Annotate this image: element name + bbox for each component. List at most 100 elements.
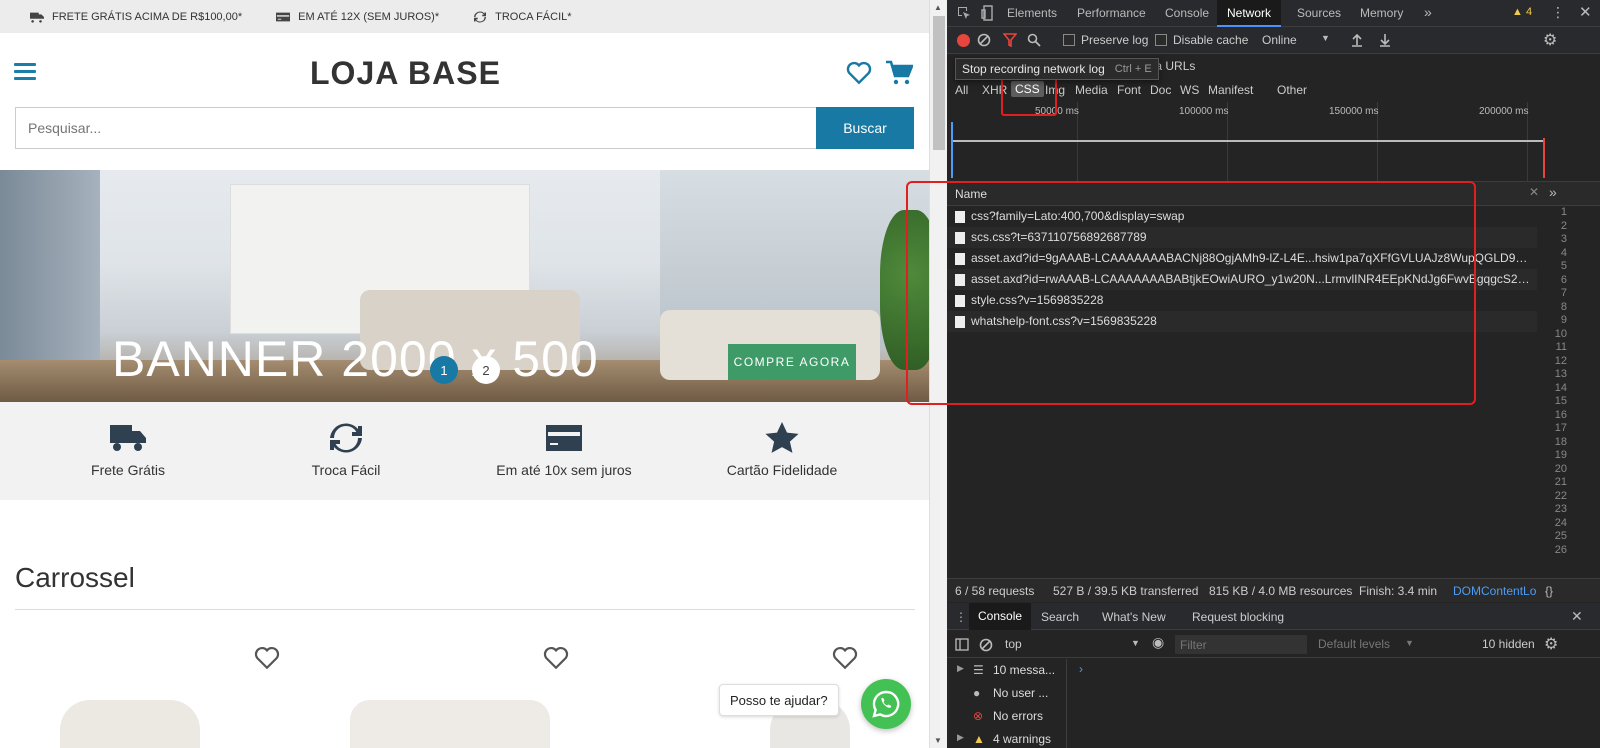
product-wishlist-heart-icon[interactable]: [254, 646, 280, 670]
expand-arrow-icon[interactable]: ▶: [957, 732, 964, 743]
search-icon[interactable]: [1027, 33, 1041, 47]
tab-memory[interactable]: Memory: [1360, 0, 1403, 27]
drawer-menu-icon[interactable]: ⋮: [955, 610, 967, 624]
filter-doc[interactable]: Doc: [1150, 83, 1171, 97]
menu-icon[interactable]: [14, 63, 36, 81]
feature-label: Em até 10x sem juros: [496, 462, 632, 478]
product-wishlist-heart-icon[interactable]: [543, 646, 569, 670]
promo-label: TROCA FÁCIL*: [495, 10, 572, 23]
chevron-down-icon[interactable]: ▼: [1321, 33, 1330, 43]
drawer-tab-whats-new[interactable]: What's New: [1102, 610, 1166, 624]
line-number: 24: [1554, 516, 1567, 529]
sidebar-item-warnings[interactable]: ▶ ▲ 4 warnings: [947, 728, 1067, 748]
timeline-bar: [951, 140, 1545, 142]
kebab-menu-icon[interactable]: ⋮: [1551, 4, 1565, 21]
inspect-element-icon[interactable]: [957, 6, 971, 20]
filter-font[interactable]: Font: [1117, 83, 1141, 97]
scrollbar-thumb[interactable]: [933, 16, 945, 150]
preserve-log-checkbox[interactable]: [1063, 34, 1075, 46]
sidebar-toggle-icon[interactable]: [955, 638, 969, 651]
truck-icon: [110, 425, 146, 451]
drawer-tab-console[interactable]: Console: [969, 603, 1032, 630]
product-image-shoes[interactable]: [60, 700, 200, 748]
filter-other[interactable]: Other: [1277, 83, 1307, 97]
tab-network[interactable]: Network: [1217, 0, 1282, 27]
expand-arrow-icon[interactable]: ▶: [957, 663, 964, 674]
chevron-down-icon[interactable]: ▼: [1405, 638, 1414, 648]
sidebar-item-messages[interactable]: ▶ ☰ 10 messa...: [947, 659, 1067, 682]
log-levels-select[interactable]: Default levels: [1318, 637, 1390, 651]
carousel-title: Carrossel: [15, 562, 135, 593]
close-preview-icon[interactable]: ✕: [1529, 185, 1539, 199]
scroll-down-arrow[interactable]: ▼: [934, 736, 942, 745]
filter-manifest[interactable]: Manifest: [1208, 83, 1253, 97]
console-filter-input[interactable]: [1175, 635, 1307, 654]
tab-console[interactable]: Console: [1165, 0, 1209, 27]
line-number: 11: [1555, 341, 1567, 353]
sidebar-item-user-messages[interactable]: ● No user ...: [947, 682, 1067, 705]
scroll-up-arrow[interactable]: ▲: [934, 3, 942, 12]
carousel-dot-1[interactable]: 1: [430, 356, 458, 384]
shop-now-button[interactable]: COMPRE AGORA: [728, 344, 856, 380]
context-select[interactable]: top: [1005, 637, 1022, 651]
product-image-pouf[interactable]: [350, 700, 550, 748]
clear-icon[interactable]: [977, 33, 991, 47]
more-tabs-icon[interactable]: »: [1424, 4, 1432, 20]
expand-icon[interactable]: »: [1549, 184, 1557, 200]
promo-free-shipping: FRETE GRÁTIS ACIMA DE R$100,00*: [30, 11, 242, 23]
features-strip: Frete Grátis Troca Fácil Em até 10x sem …: [0, 402, 929, 500]
store-logo[interactable]: LOJA BASE: [310, 55, 501, 92]
device-toolbar-icon[interactable]: [981, 5, 995, 21]
disable-cache-checkbox[interactable]: [1155, 34, 1167, 46]
line-number: 9: [1560, 314, 1567, 326]
line-number: 13: [1554, 368, 1567, 380]
preview-line-numbers: 1 2 3 4 5 6 7 8 9 10 11 12 13 14 15 16 17 18 19 20 21 22 23 24 2…: [1521, 206, 1567, 566]
line-number: 26: [1554, 543, 1567, 556]
drawer-tab-request-blocking[interactable]: Request blocking: [1192, 610, 1284, 624]
console-prompt-icon[interactable]: ›: [1079, 662, 1083, 676]
warnings-count: 4: [1525, 6, 1533, 18]
feature-label: Troca Fácil: [311, 462, 381, 478]
tooltip-shortcut: Ctrl + E: [1114, 63, 1152, 75]
line-number: 12: [1554, 354, 1567, 367]
warnings-badge[interactable]: ▲ 4: [1512, 6, 1532, 18]
chevron-down-icon[interactable]: ▼: [1131, 638, 1140, 648]
product-wishlist-heart-icon[interactable]: [832, 646, 858, 670]
gear-icon[interactable]: ⚙: [1544, 634, 1558, 654]
line-number: 19: [1554, 449, 1567, 461]
line-number: 7: [1560, 287, 1567, 299]
tab-performance[interactable]: Performance: [1077, 0, 1146, 27]
filter-icon[interactable]: [1003, 33, 1017, 47]
gear-icon[interactable]: ⚙: [1543, 30, 1557, 50]
sidebar-item-errors[interactable]: ⊗ No errors: [947, 705, 1067, 728]
filter-media[interactable]: Media: [1075, 83, 1108, 97]
line-number: 8: [1560, 300, 1567, 313]
tab-elements[interactable]: Elements: [1007, 0, 1057, 27]
tab-sources[interactable]: Sources: [1297, 0, 1341, 27]
filter-ws[interactable]: WS: [1180, 83, 1199, 97]
line-number: 25: [1554, 530, 1567, 542]
close-drawer-icon[interactable]: ✕: [1571, 608, 1583, 625]
close-icon[interactable]: ✕: [1579, 3, 1592, 21]
search-button[interactable]: Buscar: [816, 107, 914, 149]
eye-icon[interactable]: ◉: [1152, 634, 1164, 651]
search-input[interactable]: [15, 107, 816, 149]
record-button[interactable]: [957, 34, 970, 47]
import-har-icon[interactable]: [1351, 33, 1363, 47]
throttling-select[interactable]: Online: [1262, 33, 1297, 47]
filter-all[interactable]: All: [955, 83, 968, 97]
feature-free-shipping: Frete Grátis: [28, 422, 228, 478]
sidebar-label: 10 messa...: [993, 663, 1056, 677]
feature-easy-exchange: Troca Fácil: [246, 422, 446, 478]
line-number: 3: [1560, 233, 1567, 245]
carousel-dot-2[interactable]: 2: [472, 356, 500, 384]
whatsapp-button[interactable]: [861, 679, 911, 729]
chat-bubble[interactable]: Posso te ajudar?: [719, 684, 839, 716]
drawer-tab-search[interactable]: Search: [1041, 610, 1079, 624]
cart-icon[interactable]: [885, 60, 913, 86]
wishlist-heart-icon[interactable]: [846, 61, 872, 85]
clear-console-icon[interactable]: [979, 638, 993, 652]
braces-icon[interactable]: {}: [1545, 584, 1553, 598]
export-har-icon[interactable]: [1379, 33, 1391, 47]
disable-cache-label: Disable cache: [1173, 33, 1249, 47]
